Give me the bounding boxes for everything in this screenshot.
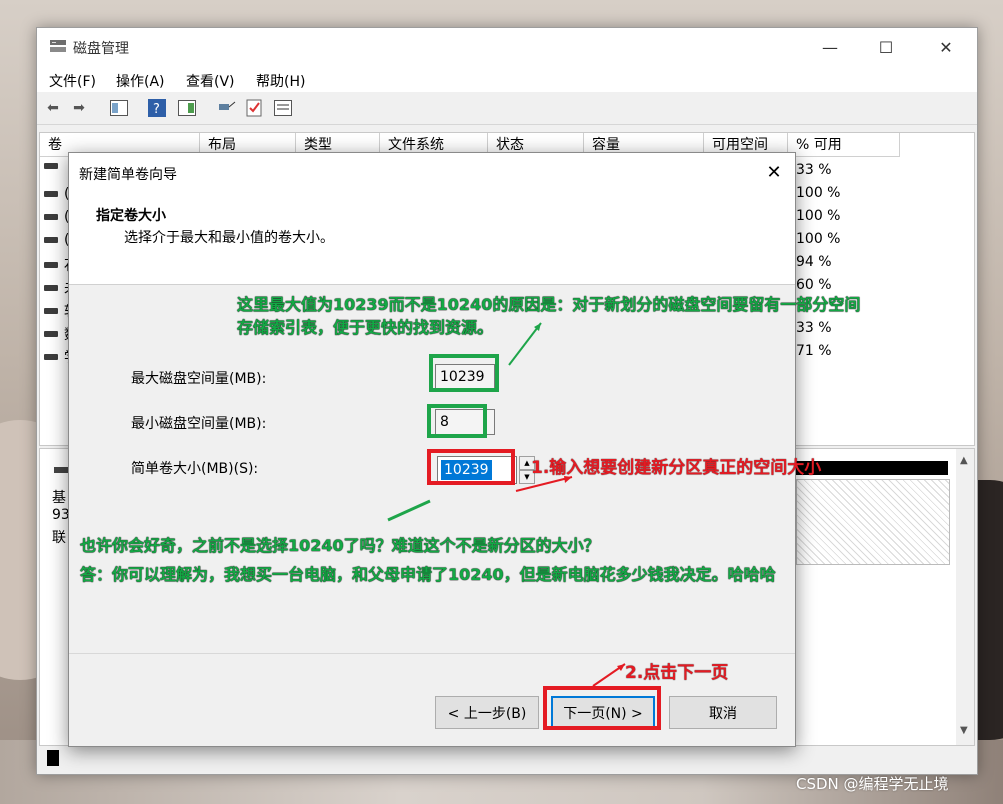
- arrow-head: [617, 664, 625, 671]
- watermark: CSDN @编程学无止境: [796, 775, 949, 793]
- arrow-red-step1: [515, 476, 573, 492]
- arrow-green-mid: [387, 499, 431, 522]
- annotation-note: 存储索引表，便于更快的找到资源。: [237, 318, 494, 337]
- annotation-note: 这里最大值为10239而不是10240的原因是：对于新划分的磁盘空间要留有一部分…: [237, 295, 861, 314]
- annotation-step1: 1.输入想要创建新分区真正的空间大小: [531, 458, 822, 478]
- annotation-note: 答：你可以理解为，我想买一台电脑，和父母申请了10240，但是新电脑花多少钱我决…: [80, 565, 776, 584]
- annotation-arrows: [387, 322, 626, 687]
- arrow-green-top: [508, 322, 542, 366]
- annotation-note: 也许你会好奇，之前不是选择10240了吗？难道这个不是新分区的大小？: [80, 536, 600, 555]
- annotation-step2: 2.点击下一页: [625, 663, 729, 683]
